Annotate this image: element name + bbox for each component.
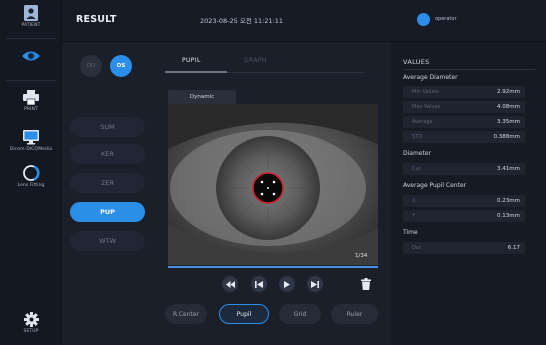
step-forward-icon — [311, 280, 319, 288]
value-val: 3.41mm — [497, 166, 520, 172]
nav-patient-label: PATIENT — [21, 23, 41, 28]
patient-icon — [24, 5, 38, 21]
nav-lens-label: Lens Fitting — [17, 183, 45, 188]
nav-divider — [6, 80, 56, 81]
value-row: Y 0.13mm — [403, 210, 525, 222]
left-nav: PATIENT PRINT Dicom-DICOMedia Lens Fitti… — [0, 0, 62, 345]
delete-button[interactable] — [358, 276, 374, 292]
tab-pupil[interactable]: PUPIL — [182, 57, 201, 64]
frame-counter: 1/34 — [355, 253, 368, 259]
nav-divider — [6, 38, 56, 39]
value-key: Average — [412, 119, 433, 125]
play-button[interactable] — [279, 276, 295, 292]
value-row: Average 3.35mm — [403, 116, 525, 128]
value-val: 2.92mm — [497, 89, 520, 95]
timeline-progress — [168, 266, 378, 268]
diameter-title: Diameter — [403, 150, 432, 157]
mode-button-zer[interactable]: ZER — [70, 173, 145, 193]
value-val: 0.13mm — [497, 213, 520, 219]
value-val: 0.23mm — [497, 198, 520, 204]
nav-setup[interactable]: SETUP — [0, 312, 62, 334]
step-back-icon — [255, 280, 263, 288]
value-key: X — [412, 198, 416, 204]
value-row: Min Values 2.92mm — [403, 86, 525, 98]
page-title: RESULT — [76, 14, 117, 25]
tool-rcenter[interactable]: R.Center — [165, 304, 207, 324]
value-row: X 0.23mm — [403, 195, 525, 207]
app-root: PATIENT PRINT Dicom-DICOMedia Lens Fitti… — [0, 0, 546, 345]
nav-measure[interactable] — [0, 50, 62, 64]
nav-dicom-label: Dicom-DICOMedia — [9, 147, 53, 152]
value-key: Y — [412, 213, 416, 219]
tool-grid[interactable]: Grid — [279, 304, 321, 324]
eye-image — [168, 104, 378, 265]
eye-image-viewer[interactable] — [168, 104, 378, 265]
printer-icon — [23, 90, 39, 105]
tab-active-indicator — [165, 71, 227, 73]
user-name: operator — [435, 16, 457, 22]
nav-print[interactable]: PRINT — [0, 90, 62, 112]
mode-button-ker[interactable]: KER — [70, 144, 145, 164]
gear-icon — [23, 312, 39, 327]
top-bar: RESULT 2023-08-25 오전 11:21:11 operator — [62, 0, 546, 42]
trash-icon — [361, 278, 371, 290]
mode-button-pup[interactable]: PUP — [70, 202, 145, 222]
mode-button-wtw[interactable]: WTW — [70, 231, 145, 251]
nav-patient[interactable]: PATIENT — [0, 5, 62, 28]
nav-print-label: PRINT — [24, 107, 38, 112]
value-key: Max Values — [412, 104, 441, 110]
datetime: 2023-08-25 오전 11:21:11 — [200, 17, 284, 25]
time-title: Time — [403, 229, 418, 236]
tab-graph[interactable]: GRAPH — [244, 57, 267, 64]
rewind-icon — [225, 280, 235, 288]
value-val: 4.08mm — [497, 104, 520, 110]
os-button[interactable]: OS — [110, 55, 132, 77]
nav-setup-label: SETUP — [23, 329, 39, 334]
prev-frame-button[interactable] — [251, 276, 267, 292]
user-icon[interactable] — [417, 13, 430, 26]
value-key: Cur — [412, 166, 421, 172]
tool-ruler[interactable]: Ruler — [331, 304, 378, 324]
value-key: STD — [412, 134, 423, 140]
value-val: 0.388mm — [493, 134, 520, 140]
play-icon — [284, 280, 290, 288]
average-diameter-title: Average Diameter — [403, 74, 458, 81]
pupil-center-title: Average Pupil Center — [403, 182, 467, 189]
value-key: Dur. — [412, 245, 423, 251]
value-val: 3.35mm — [497, 119, 520, 125]
value-row: Cur 3.41mm — [403, 163, 525, 175]
od-button[interactable]: OD — [80, 55, 102, 77]
tool-pupil[interactable]: Pupil — [219, 304, 269, 324]
rewind-button[interactable] — [222, 276, 238, 292]
values-title: VALUES — [403, 58, 430, 66]
nav-dicom[interactable]: Dicom-DICOMedia — [0, 130, 62, 152]
lens-icon — [23, 165, 40, 181]
next-frame-button[interactable] — [307, 276, 323, 292]
value-val: 6.17 — [507, 245, 520, 251]
nav-lens-fitting[interactable]: Lens Fitting — [0, 165, 62, 188]
value-key: Min Values — [412, 89, 439, 95]
monitor-icon — [23, 130, 39, 145]
subtab-dynamic[interactable]: Dynamic — [168, 90, 236, 104]
values-divider — [403, 69, 535, 70]
mode-button-sum[interactable]: SUM — [70, 117, 145, 137]
value-row: Max Values 4.08mm — [403, 101, 525, 113]
value-row: Dur. 6.17 — [403, 242, 525, 254]
eye-icon — [22, 51, 40, 61]
value-row: STD 0.388mm — [403, 131, 525, 143]
